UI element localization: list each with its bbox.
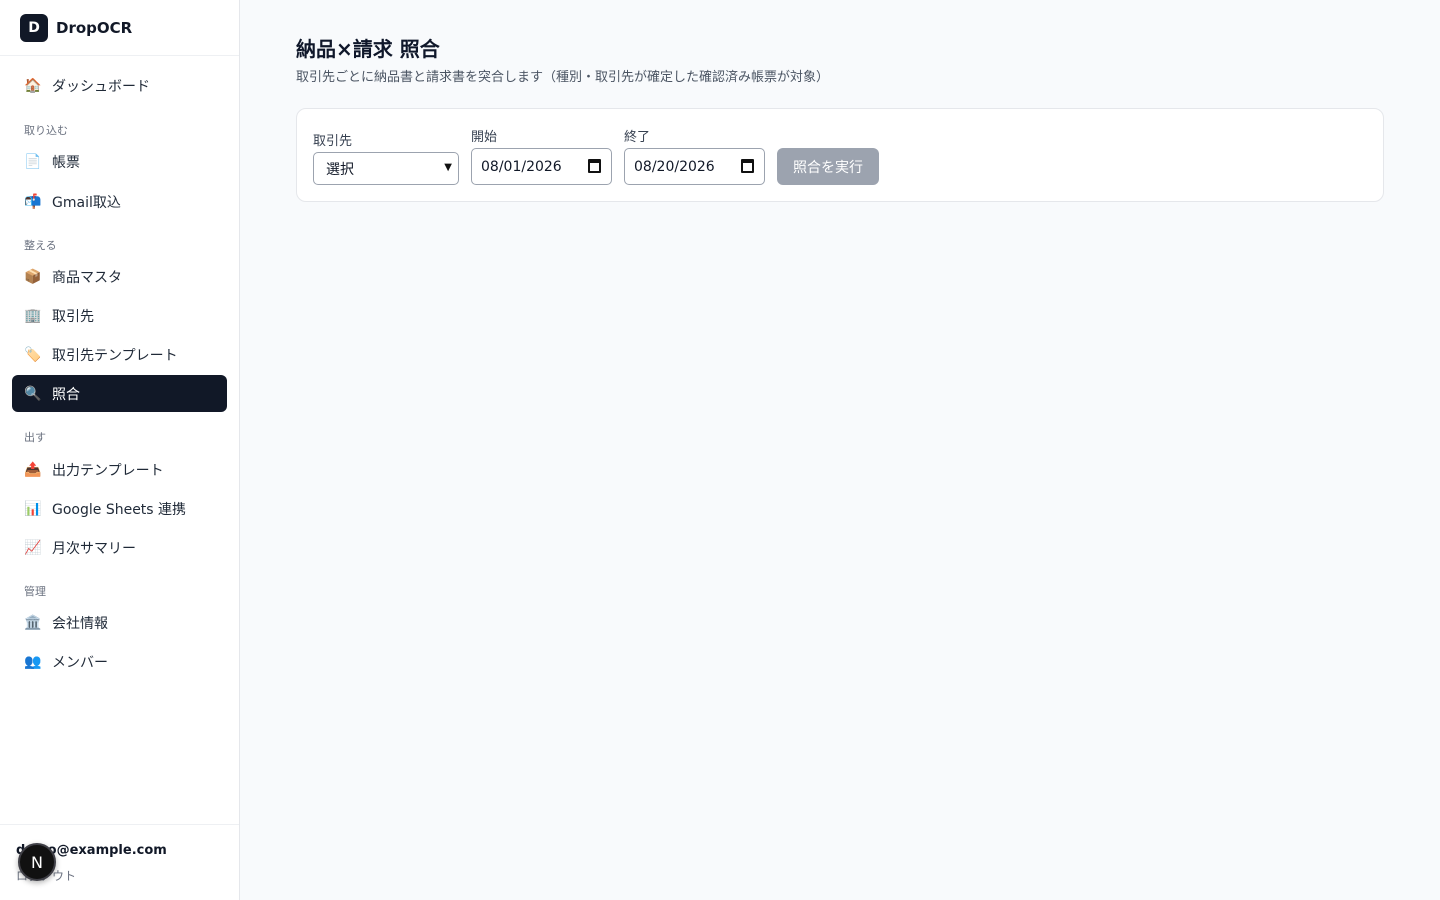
nav-item-label: 会社情報 [52,615,108,632]
nav-item-output-templates[interactable]: 📤 出力テンプレート [12,451,227,488]
people-icon: 👥 [24,653,42,670]
dev-tools-badge[interactable]: N [18,843,56,881]
nav-item-monthly-summary[interactable]: 📈 月次サマリー [12,529,227,566]
nav-item-label: メンバー [52,654,108,671]
start-date-value: 08/01/2026 [481,158,562,175]
nav-item-label: Gmail取込 [52,194,121,211]
brand[interactable]: D DropOCR [0,0,239,56]
run-reconcile-button[interactable]: 照合を実行 [777,148,879,185]
start-date-input[interactable]: 08/01/2026 [471,148,612,185]
nav-item-product-master[interactable]: 📦 商品マスタ [12,258,227,295]
reconcile-form-card: 取引先 選択 ▼ 開始 08/01/2026 終了 08/20/2026 照合を… [296,108,1384,202]
building-icon: 🏢 [24,307,42,324]
end-date-value: 08/20/2026 [634,158,715,175]
partner-label: 取引先 [313,134,353,149]
chevron-down-icon: ▼ [444,162,452,173]
nav-item-label: Google Sheets 連携 [52,501,187,518]
main-content: 納品×請求 照合 取引先ごとに納品書と請求書を突合します（種別・取引先が確定した… [240,0,1440,900]
nav-item-label: 商品マスタ [52,269,122,286]
nav-item-partners[interactable]: 🏢 取引先 [12,297,227,334]
nav-item-label: 取引先 [52,308,94,325]
line-chart-icon: 📈 [24,539,42,556]
nav-item-label: 月次サマリー [52,540,136,557]
tag-icon: 🏷️ [24,346,42,363]
document-icon: 📄 [24,153,42,170]
page-subtitle: 取引先ごとに納品書と請求書を突合します（種別・取引先が確定した確認済み帳票が対象… [296,70,830,85]
section-label-import: 取り込む [24,124,68,137]
brand-name: DropOCR [56,18,133,37]
partner-select[interactable]: 選択 ▼ [313,152,459,185]
bank-icon: 🏛️ [24,614,42,631]
nav-item-label: 帳票 [52,154,80,171]
nav-item-gmail-import[interactable]: 📬 Gmail取込 [12,183,227,220]
nav-item-label: 出力テンプレート [52,462,164,479]
nav-item-label: 照合 [52,386,80,403]
magnifier-icon: 🔍 [24,385,42,402]
nav-item-documents[interactable]: 📄 帳票 [12,143,227,180]
partner-select-value: 選択 [326,161,354,178]
nav-item-reconcile[interactable]: 🔍 照合 [12,375,227,412]
nav-item-dashboard[interactable]: 🏠 ダッシュボード [12,67,227,104]
nav-item-partner-templates[interactable]: 🏷️ 取引先テンプレート [12,336,227,373]
nav-item-label: ダッシュボード [52,78,150,95]
outbox-icon: 📤 [24,461,42,478]
start-date-label: 開始 [471,130,498,145]
house-icon: 🏠 [24,77,42,94]
section-label-output: 出す [24,431,46,444]
package-icon: 📦 [24,268,42,285]
nav-item-company-info[interactable]: 🏛️ 会社情報 [12,604,227,641]
nav-item-label: 取引先テンプレート [52,347,178,364]
nav-item-google-sheets[interactable]: 📊 Google Sheets 連携 [12,490,227,527]
end-date-label: 終了 [624,130,651,145]
end-date-input[interactable]: 08/20/2026 [624,148,765,185]
brand-logo: D [20,13,48,42]
bar-chart-icon: 📊 [24,500,42,517]
calendar-icon[interactable] [741,159,754,173]
nav-item-members[interactable]: 👥 メンバー [12,643,227,680]
section-label-organize: 整える [24,239,57,252]
page-title: 納品×請求 照合 [296,37,440,61]
sidebar: D DropOCR 🏠 ダッシュボード 取り込む 📄 帳票 📬 Gmail取込 … [0,0,240,900]
mailbox-icon: 📬 [24,193,42,210]
calendar-icon[interactable] [588,159,601,173]
section-label-admin: 管理 [24,585,46,598]
